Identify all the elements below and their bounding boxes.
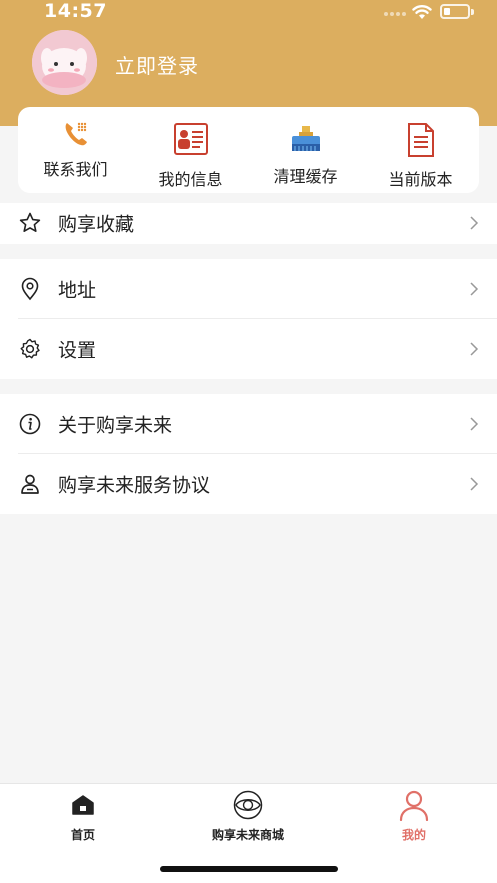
status-bar: 14:57 — [0, 0, 497, 24]
tab-home[interactable]: 首页 — [0, 784, 166, 854]
eye-logo-icon — [233, 790, 263, 820]
info-icon — [19, 413, 41, 435]
chevron-right-icon — [470, 477, 479, 491]
avatar[interactable] — [32, 30, 97, 95]
chevron-right-icon — [470, 417, 479, 431]
tab-mine[interactable]: 我的 — [331, 784, 497, 854]
menu-group-favorites: 购享收藏 — [0, 203, 497, 244]
contact-us-button[interactable]: 联系我们 — [18, 107, 133, 193]
quick-action-label: 清理缓存 — [273, 167, 338, 186]
tab-mall[interactable]: 购享未来商城 — [165, 784, 331, 854]
chevron-right-icon — [470, 342, 479, 356]
menu-group-account: 地址 设置 — [0, 259, 497, 379]
clear-cache-button[interactable]: 清理缓存 — [248, 107, 363, 193]
current-version-button[interactable]: 当前版本 — [363, 107, 478, 193]
quick-action-label: 我的信息 — [158, 170, 223, 189]
home-indicator — [160, 866, 338, 872]
menu-item-label: 关于购享未来 — [58, 414, 173, 437]
menu-item-label: 购享未来服务协议 — [58, 474, 211, 497]
battery-icon — [440, 4, 474, 19]
quick-action-label: 当前版本 — [388, 170, 453, 189]
login-link[interactable]: 立即登录 — [115, 50, 199, 79]
menu-item-settings[interactable]: 设置 — [0, 319, 497, 379]
home-icon — [72, 795, 94, 815]
gear-icon — [20, 338, 40, 359]
quick-action-label: 联系我们 — [43, 160, 108, 179]
tab-label: 我的 — [401, 828, 426, 842]
phone-icon — [65, 122, 87, 146]
menu-item-about[interactable]: 关于购享未来 — [0, 394, 497, 454]
profile-icon — [399, 790, 429, 821]
menu-item-service-agreement[interactable]: 购享未来服务协议 — [0, 454, 497, 514]
document-icon — [407, 123, 434, 157]
tab-label: 购享未来商城 — [211, 828, 284, 842]
cellular-signal-icon — [384, 12, 406, 18]
menu-item-label: 地址 — [58, 279, 97, 302]
menu-item-label: 设置 — [58, 339, 97, 362]
chevron-right-icon — [470, 282, 479, 296]
bunny-avatar-icon — [32, 30, 97, 95]
status-time: 14:57 — [44, 0, 107, 22]
id-card-icon — [173, 123, 208, 155]
chevron-right-icon — [470, 216, 479, 230]
location-pin-icon — [21, 277, 39, 301]
user-agreement-icon — [21, 474, 39, 494]
broom-icon — [291, 126, 320, 151]
quick-actions-card: 联系我们 我的信息 清理缓存 当前版本 — [18, 107, 479, 193]
star-icon — [19, 212, 41, 232]
menu-item-label: 购享收藏 — [58, 213, 135, 236]
wifi-icon — [412, 5, 432, 19]
menu-item-favorites[interactable]: 购享收藏 — [0, 203, 497, 244]
tab-label: 首页 — [70, 828, 95, 842]
menu-group-about: 关于购享未来 购享未来服务协议 — [0, 394, 497, 514]
my-info-button[interactable]: 我的信息 — [133, 107, 248, 193]
menu-item-address[interactable]: 地址 — [0, 259, 497, 319]
